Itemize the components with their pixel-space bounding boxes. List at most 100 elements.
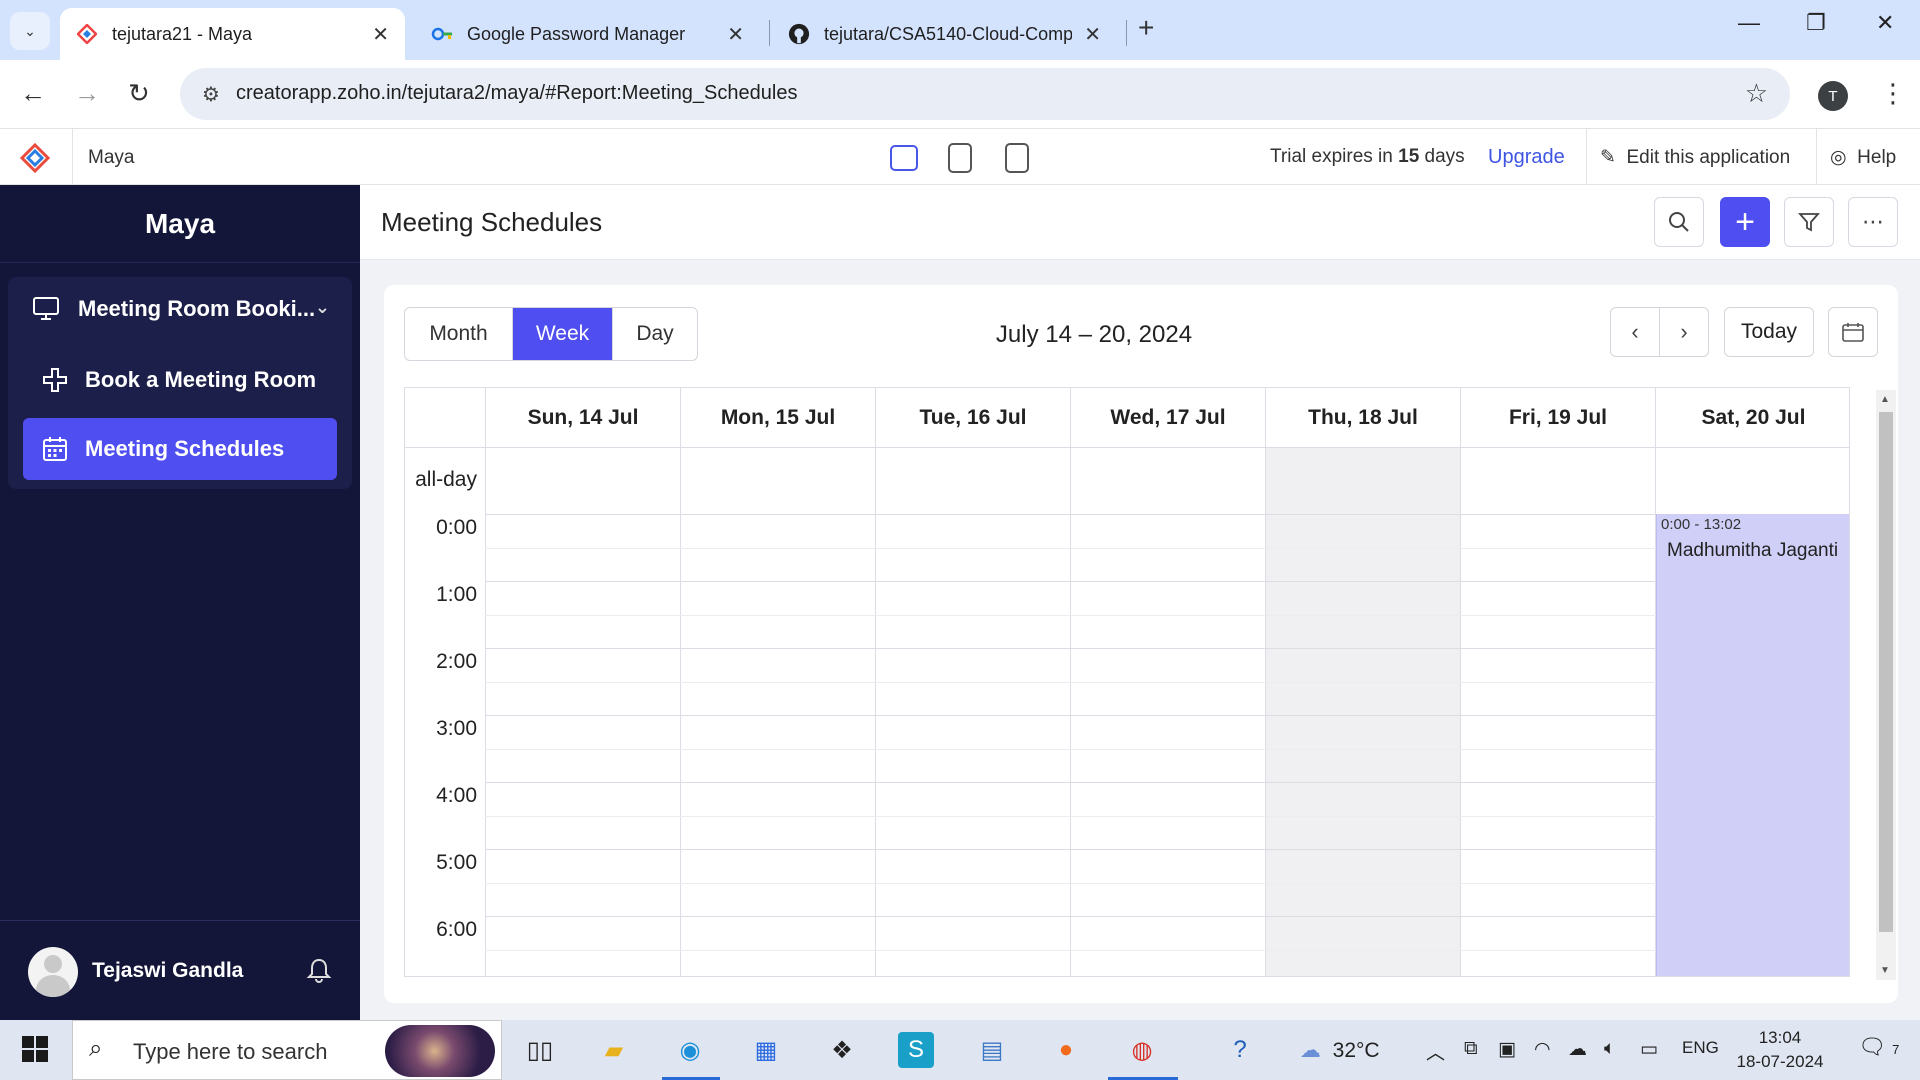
taskbar-search-box[interactable]: ⌕ Type here to search bbox=[72, 1020, 502, 1080]
battery-icon[interactable]: ▭ bbox=[1640, 1038, 1658, 1061]
weather-widget[interactable]: ☁ 32°C bbox=[1300, 1038, 1380, 1063]
zoho-creator-logo-icon[interactable] bbox=[20, 143, 50, 173]
profile-avatar[interactable]: T bbox=[1818, 81, 1848, 111]
close-tab-icon[interactable]: ✕ bbox=[1084, 22, 1101, 47]
day-header[interactable]: Sun, 14 Jul bbox=[486, 388, 681, 448]
show-hidden-icons-icon[interactable]: ︿ bbox=[1426, 1038, 1445, 1065]
sidebar-item-meeting-schedules[interactable]: Meeting Schedules bbox=[23, 418, 337, 480]
sidebar-group-meeting-room-booking[interactable]: Meeting Room Booki... ⌄ bbox=[8, 277, 352, 341]
bell-icon[interactable] bbox=[306, 957, 332, 990]
volume-icon[interactable]: 🔈︎ bbox=[1604, 1038, 1615, 1060]
filter-button[interactable] bbox=[1784, 197, 1834, 247]
day-column[interactable] bbox=[681, 448, 876, 976]
onedrive-icon[interactable]: ☁ bbox=[1568, 1038, 1587, 1061]
close-tab-icon[interactable]: ✕ bbox=[727, 22, 744, 47]
help-app-icon[interactable]: ? bbox=[1222, 1032, 1258, 1068]
browser-tab-github[interactable]: tejutara/CSA5140-Cloud-Comp ✕ bbox=[772, 8, 1117, 60]
calendar-scrollbar[interactable]: ▲ ▼ bbox=[1876, 390, 1896, 980]
search-icon: ⌕ bbox=[89, 1035, 103, 1062]
grid-line bbox=[485, 581, 1849, 582]
wifi-icon[interactable]: ◠ bbox=[1534, 1038, 1551, 1061]
scroll-up-icon[interactable]: ▲ bbox=[1880, 394, 1890, 405]
calendar-event[interactable]: 0:00 - 13:02 Madhumitha Jaganti bbox=[1656, 514, 1849, 976]
grid-line bbox=[485, 749, 1849, 750]
help-button[interactable]: ◎ Help bbox=[1830, 146, 1896, 169]
chrome-icon[interactable]: ◍ bbox=[1124, 1032, 1160, 1068]
scrollbar-thumb[interactable] bbox=[1879, 412, 1893, 932]
day-header[interactable]: Tue, 16 Jul bbox=[876, 388, 1071, 448]
meet-icon[interactable]: ⧉ bbox=[1464, 1038, 1478, 1060]
day-column[interactable] bbox=[1461, 448, 1656, 976]
taskbar-clock[interactable]: 13:04 18-07-2024 bbox=[1730, 1026, 1830, 1074]
app-name: Maya bbox=[88, 147, 135, 168]
scroll-down-icon[interactable]: ▼ bbox=[1880, 965, 1890, 976]
browser-menu-icon[interactable]: ⋮ bbox=[1880, 78, 1906, 109]
microsoft-store-icon[interactable]: ▦ bbox=[748, 1032, 784, 1068]
day-header[interactable]: Sat, 20 Jul bbox=[1656, 388, 1849, 448]
grid-line bbox=[485, 849, 1849, 850]
tablet-view-icon[interactable] bbox=[948, 143, 972, 173]
date-picker-button[interactable] bbox=[1828, 307, 1878, 357]
tab-search-button[interactable]: ⌄ bbox=[10, 12, 50, 50]
tab-title: tejutara/CSA5140-Cloud-Comp bbox=[824, 23, 1073, 44]
day-column-today[interactable] bbox=[1266, 448, 1461, 976]
hour-label: 1:00 bbox=[436, 583, 477, 606]
desktop-view-icon[interactable] bbox=[890, 145, 918, 171]
windows-start-icon[interactable] bbox=[22, 1036, 48, 1062]
chevron-down-icon: ⌄ bbox=[24, 22, 36, 39]
event-time: 0:00 - 13:02 bbox=[1661, 516, 1742, 533]
view-day-button[interactable]: Day bbox=[613, 308, 697, 360]
main-content: Meeting Schedules + ⋯ Month Week Day Jul… bbox=[360, 185, 1920, 1020]
firefox-icon[interactable]: ● bbox=[1048, 1032, 1084, 1068]
address-bar[interactable]: ⚙ creatorapp.zoho.in/tejutara2/maya/#Rep… bbox=[180, 68, 1790, 120]
more-options-button[interactable]: ⋯ bbox=[1848, 197, 1898, 247]
search-button[interactable] bbox=[1654, 197, 1704, 247]
language-indicator[interactable]: ENG bbox=[1682, 1038, 1719, 1058]
back-arrow-icon[interactable]: ← bbox=[20, 78, 46, 109]
day-header[interactable]: Thu, 18 Jul bbox=[1266, 388, 1461, 448]
view-month-button[interactable]: Month bbox=[405, 308, 513, 360]
edit-application-button[interactable]: ✎ Edit this application bbox=[1600, 146, 1790, 169]
day-column[interactable] bbox=[1071, 448, 1266, 976]
chevron-right-icon: › bbox=[1680, 319, 1688, 344]
view-week-button[interactable]: Week bbox=[513, 308, 613, 360]
url-text[interactable]: creatorapp.zoho.in/tejutara2/maya/#Repor… bbox=[236, 82, 797, 105]
day-header[interactable]: Fri, 19 Jul bbox=[1461, 388, 1656, 448]
avatar[interactable] bbox=[28, 947, 78, 997]
dropbox-icon[interactable]: ❖ bbox=[824, 1032, 860, 1068]
minimize-icon[interactable]: — bbox=[1738, 10, 1760, 36]
file-explorer-icon[interactable]: ▰ bbox=[596, 1032, 632, 1068]
close-window-icon[interactable]: ✕ bbox=[1876, 10, 1894, 36]
notification-center-icon[interactable]: 🗨︎ 7 bbox=[1858, 1034, 1899, 1060]
previous-week-button[interactable]: ‹ bbox=[1610, 307, 1660, 357]
day-header[interactable]: Mon, 15 Jul bbox=[681, 388, 876, 448]
divider bbox=[1586, 129, 1587, 185]
python-file-icon[interactable]: ▤ bbox=[974, 1032, 1010, 1068]
browser-tab-maya[interactable]: tejutara21 - Maya ✕ bbox=[60, 8, 405, 60]
close-tab-icon[interactable]: ✕ bbox=[372, 22, 389, 47]
forward-arrow-icon[interactable]: → bbox=[74, 78, 100, 109]
app-s-icon[interactable]: S bbox=[898, 1032, 934, 1068]
today-button[interactable]: Today bbox=[1724, 307, 1814, 357]
next-week-button[interactable]: › bbox=[1659, 307, 1709, 357]
lifebuoy-icon: ◎ bbox=[1830, 147, 1847, 168]
site-settings-icon[interactable]: ⚙ bbox=[202, 82, 220, 107]
restore-icon[interactable]: ❐ bbox=[1806, 10, 1826, 36]
page-title: Meeting Schedules bbox=[381, 207, 603, 237]
sidebar-item-book-meeting-room[interactable]: Book a Meeting Room bbox=[23, 349, 337, 411]
grid-line bbox=[485, 883, 1849, 884]
reload-icon[interactable]: ↻ bbox=[128, 78, 150, 109]
edge-browser-icon[interactable]: ◉ bbox=[672, 1032, 708, 1068]
day-column[interactable] bbox=[876, 448, 1071, 976]
task-view-icon[interactable]: ▯▯ bbox=[522, 1032, 558, 1068]
chevron-down-icon[interactable]: ⌄ bbox=[315, 297, 330, 318]
day-header[interactable]: Wed, 17 Jul bbox=[1071, 388, 1266, 448]
add-record-button[interactable]: + bbox=[1720, 197, 1770, 247]
day-column[interactable] bbox=[486, 448, 681, 976]
upgrade-link[interactable]: Upgrade bbox=[1488, 146, 1565, 169]
browser-tab-password-manager[interactable]: Google Password Manager ✕ bbox=[415, 8, 760, 60]
bookmark-star-icon[interactable]: ☆ bbox=[1745, 78, 1768, 109]
new-tab-button[interactable]: + bbox=[1138, 12, 1154, 44]
display-icon[interactable]: ▣ bbox=[1498, 1038, 1516, 1061]
mobile-view-icon[interactable] bbox=[1005, 143, 1029, 173]
